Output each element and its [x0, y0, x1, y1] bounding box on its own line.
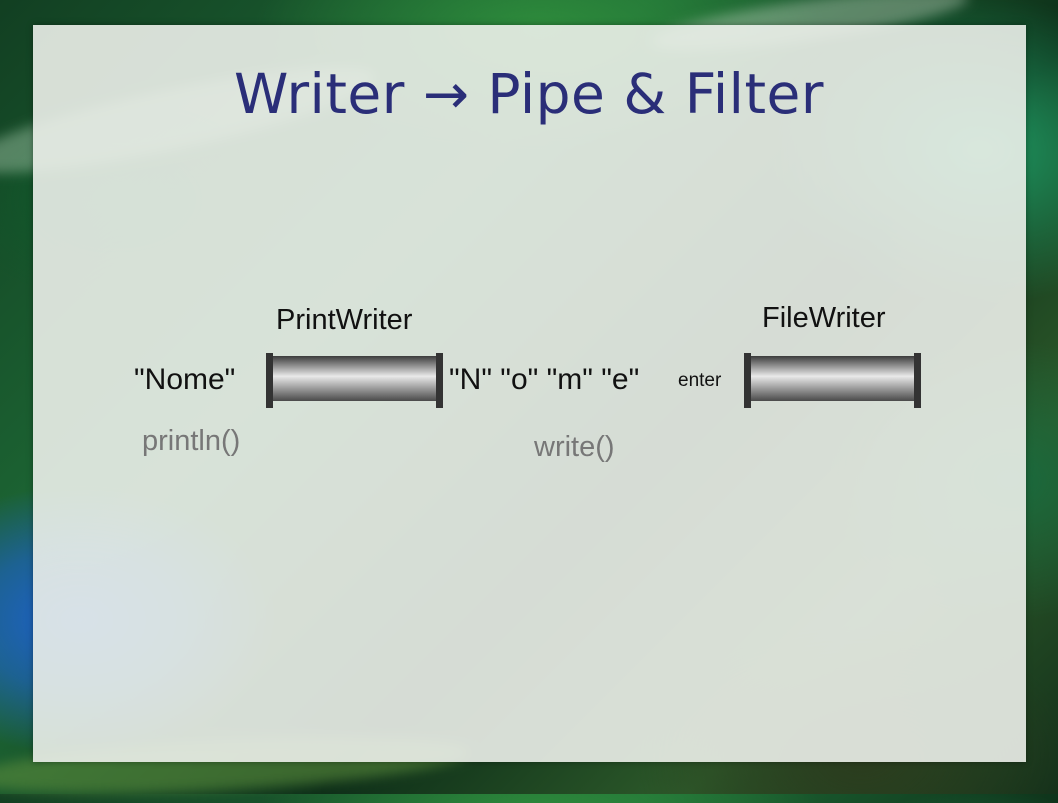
filewriter-label: FileWriter	[762, 302, 886, 334]
write-method: write()	[534, 431, 615, 463]
printwriter-pipe-icon	[266, 353, 443, 408]
enter-label: enter	[678, 370, 722, 391]
printwriter-label: PrintWriter	[276, 304, 413, 336]
slide-title: Writer → Pipe & Filter	[234, 62, 824, 126]
character-sequence: "N" "o" "m" "e"	[449, 363, 640, 396]
input-string: "Nome"	[134, 363, 236, 396]
filewriter-pipe-icon	[744, 353, 921, 408]
println-method: println()	[142, 425, 241, 457]
